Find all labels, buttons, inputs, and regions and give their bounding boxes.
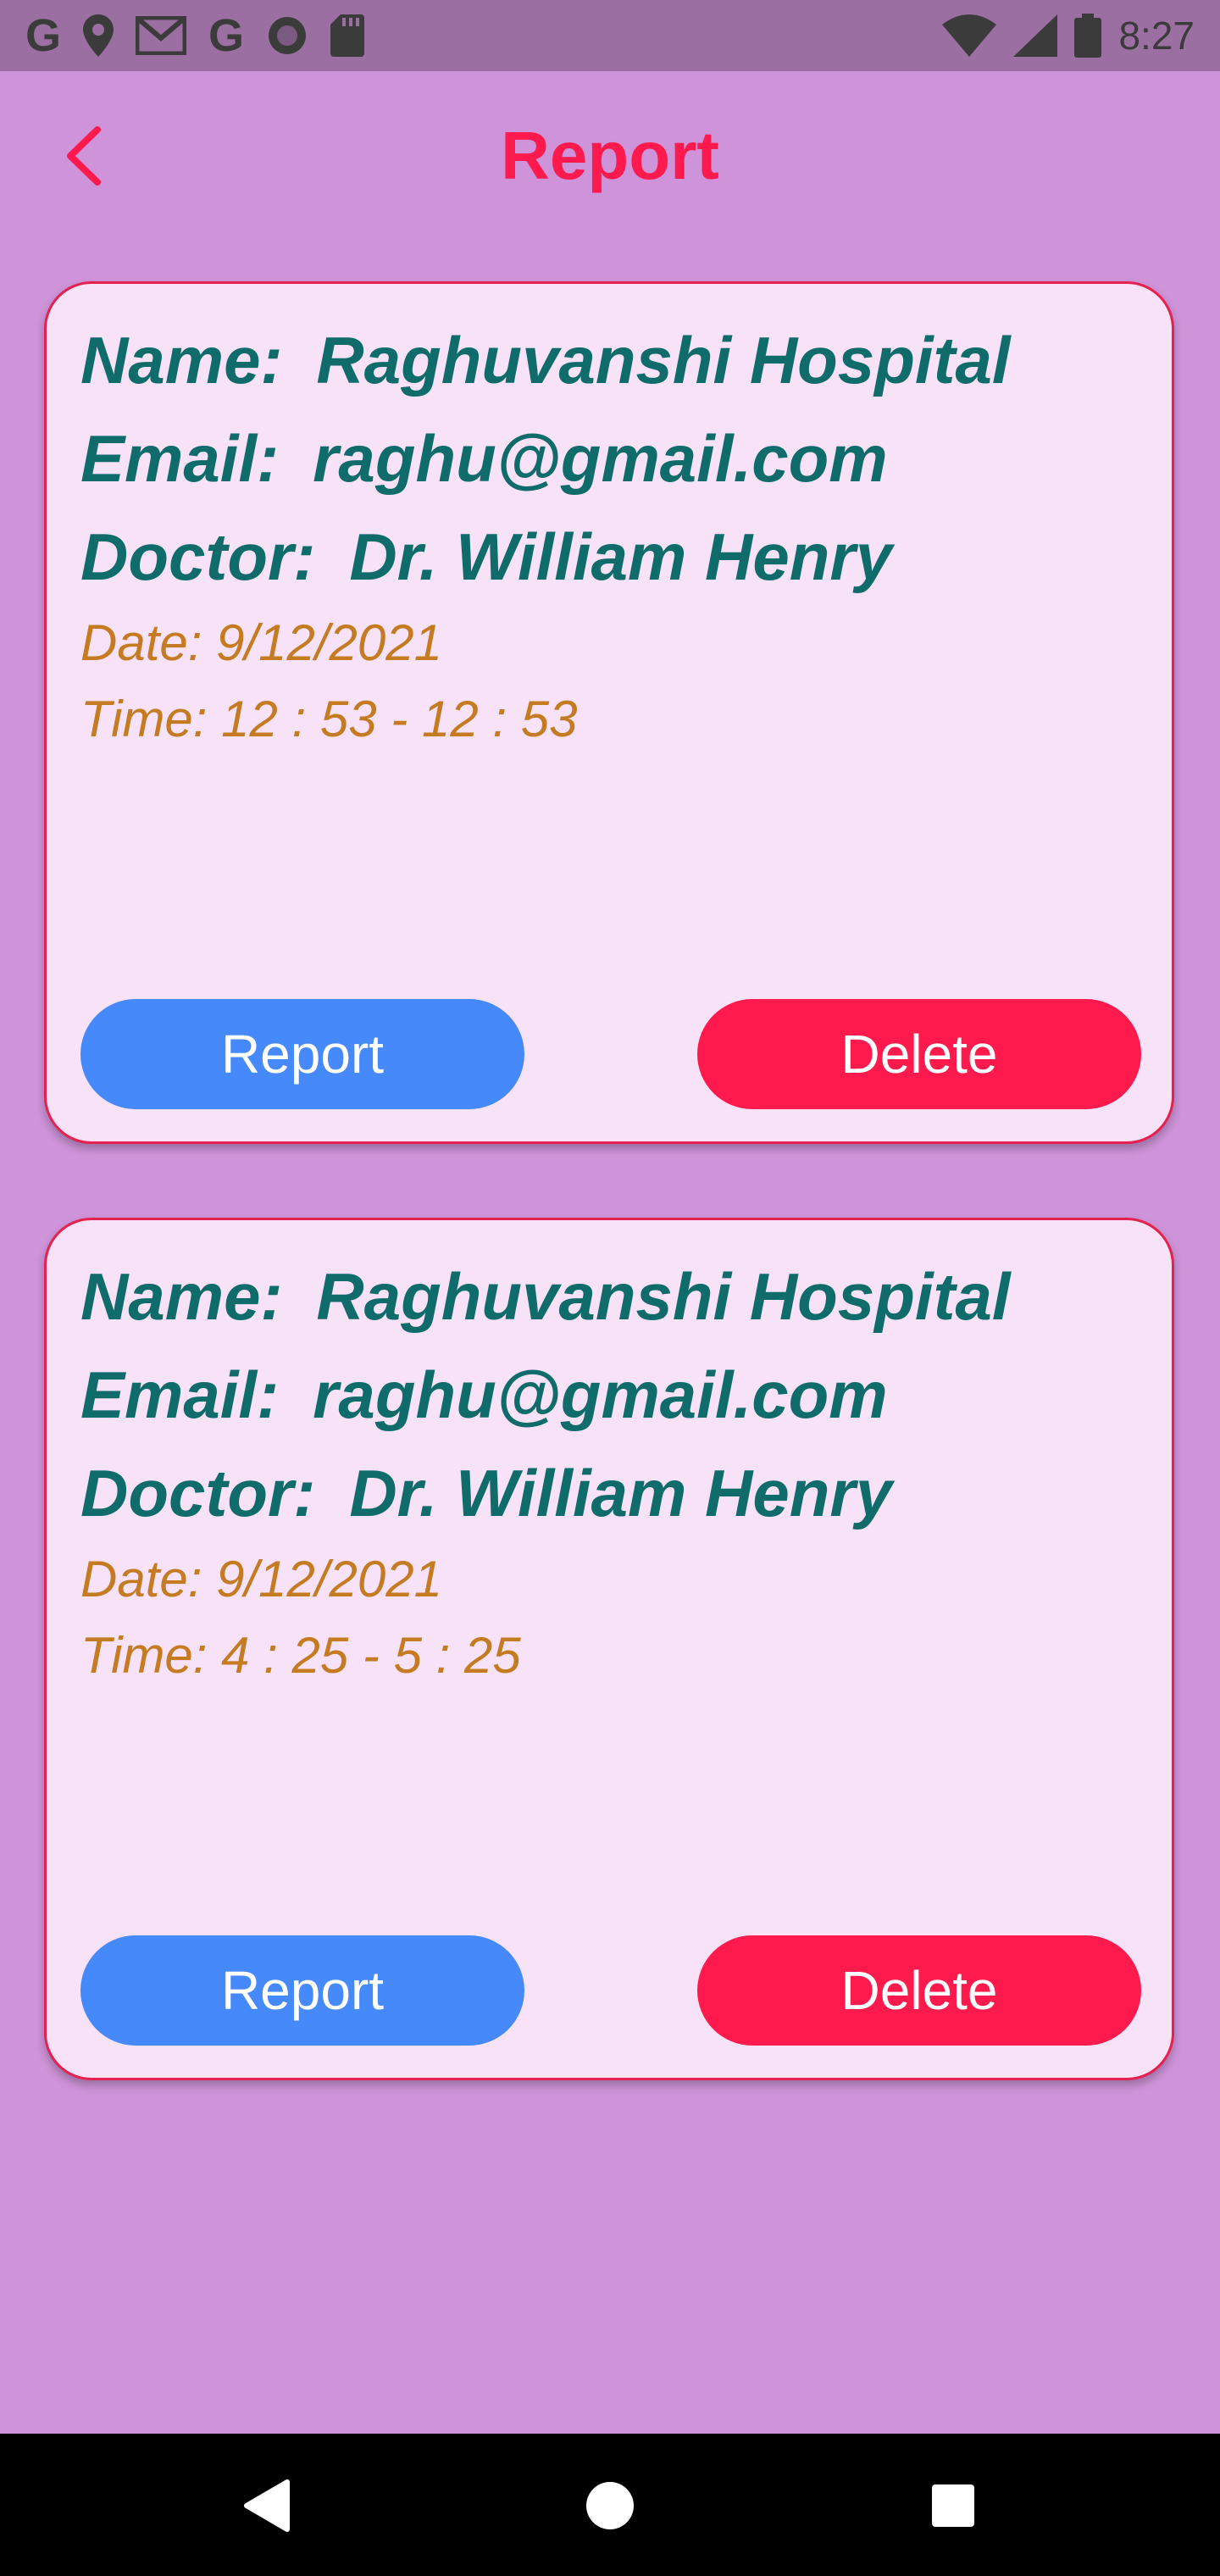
report-card: Name: Raghuvanshi Hospital Email: raghu@gm… <box>44 281 1174 1144</box>
report-button[interactable]: Report <box>80 999 524 1109</box>
email-value: raghu@gmail.com <box>313 1357 888 1432</box>
signal-icon <box>1013 14 1058 57</box>
doctor-row: Doctor: Dr. William Henry <box>80 514 892 599</box>
back-triangle-icon <box>244 2479 290 2532</box>
report-button[interactable]: Report <box>80 1935 524 2046</box>
status-bar: G G 8:27 <box>0 0 1220 71</box>
email-label: Email: <box>80 421 280 496</box>
doctor-label: Doctor: <box>80 519 316 594</box>
nav-recents-button[interactable] <box>915 2468 991 2544</box>
location-icon <box>83 14 114 57</box>
wifi-icon <box>942 14 997 57</box>
google-icon: G <box>25 10 62 61</box>
status-bar-system: 8:27 <box>942 12 1195 59</box>
hospital-name-row: Name: Raghuvanshi Hospital <box>80 1254 1011 1339</box>
email-row: Email: raghu@gmail.com <box>80 1352 888 1437</box>
delete-button[interactable]: Delete <box>697 999 1141 1109</box>
name-label: Name: <box>80 1259 283 1334</box>
battery-icon <box>1074 14 1102 58</box>
sd-card-icon <box>330 14 365 57</box>
appointment-time: Time: 12 : 53 - 12 : 53 <box>80 691 578 747</box>
recents-square-icon <box>932 2484 974 2527</box>
status-bar-notifications: G G <box>25 10 365 61</box>
google-icon: G <box>208 10 245 61</box>
status-time: 8:27 <box>1118 14 1195 58</box>
navigation-bar <box>0 2434 1220 2576</box>
appointment-time: Time: 4 : 25 - 5 : 25 <box>80 1627 521 1684</box>
appointment-date: Date: 9/12/2021 <box>80 1551 443 1607</box>
delete-button[interactable]: Delete <box>697 1935 1141 2046</box>
email-row: Email: raghu@gmail.com <box>80 416 888 501</box>
doctor-value: Dr. William Henry <box>349 519 893 594</box>
doctor-label: Doctor: <box>80 1456 316 1530</box>
name-value: Raghuvanshi Hospital <box>316 1259 1011 1334</box>
circle-icon <box>269 17 307 54</box>
appointment-date: Date: 9/12/2021 <box>80 614 443 671</box>
gmail-icon <box>136 16 187 55</box>
doctor-row: Doctor: Dr. William Henry <box>80 1451 892 1535</box>
name-label: Name: <box>80 323 283 397</box>
email-value: raghu@gmail.com <box>313 421 888 496</box>
page-title: Report <box>501 118 719 193</box>
name-value: Raghuvanshi Hospital <box>316 323 1011 397</box>
nav-back-button[interactable] <box>229 2468 305 2544</box>
email-label: Email: <box>80 1357 280 1432</box>
report-card: Name: Raghuvanshi Hospital Email: raghu@gm… <box>44 1218 1174 2080</box>
doctor-value: Dr. William Henry <box>349 1456 893 1530</box>
home-circle-icon <box>586 2482 634 2529</box>
app-bar: Report <box>0 71 1220 241</box>
nav-home-button[interactable] <box>572 2468 648 2544</box>
hospital-name-row: Name: Raghuvanshi Hospital <box>80 318 1011 402</box>
